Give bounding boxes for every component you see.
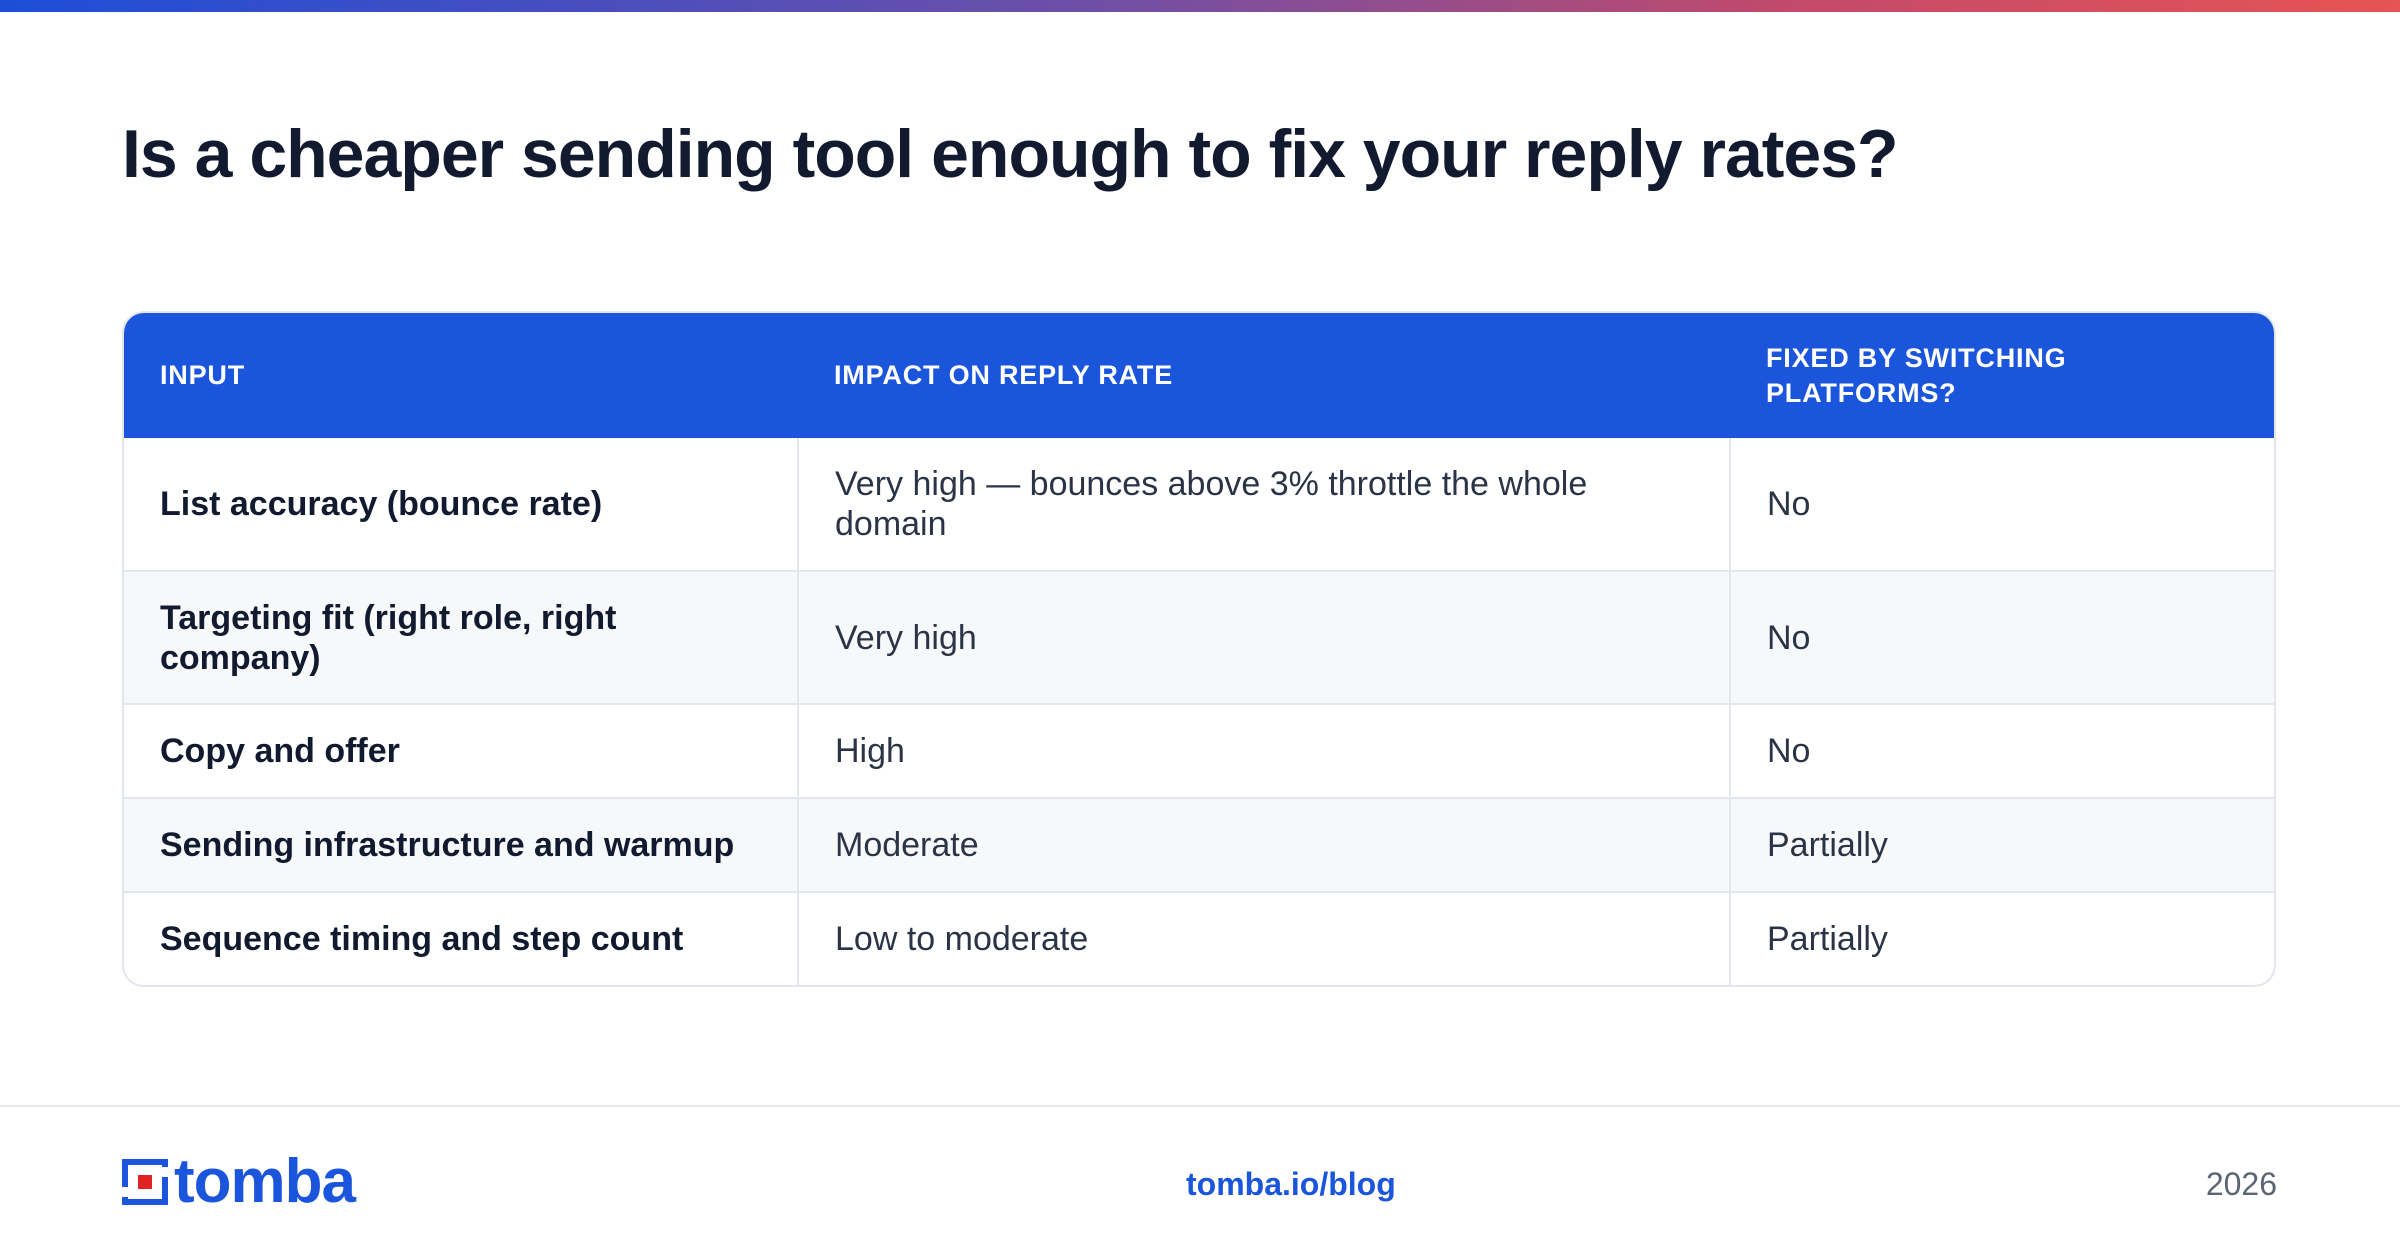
cell-impact: Low to moderate — [797, 892, 1730, 985]
cell-input: Targeting fit (right role, right company… — [160, 598, 617, 677]
cell-input: List accuracy (bounce rate) — [160, 485, 603, 523]
table-header: INPUT IMPACT ON REPLY RATE FIXED BY SWIT… — [124, 313, 2274, 438]
table-row: Copy and offer High No — [124, 704, 2274, 798]
logo-text: tomba — [174, 1147, 356, 1216]
tomba-logo[interactable]: tomba — [122, 1147, 356, 1216]
cell-input: Sequence timing and step count — [160, 920, 684, 958]
cell-impact: Very high — [797, 571, 1730, 704]
header-impact: IMPACT ON REPLY RATE — [834, 360, 1174, 390]
cell-input: Sending infrastructure and warmup — [160, 826, 735, 864]
cell-input: Copy and offer — [160, 732, 400, 770]
blog-graphic: Is a cheaper sending tool enough to fix … — [0, 0, 2400, 1260]
gradient-top-bar — [0, 0, 2400, 12]
page-title: Is a cheaper sending tool enough to fix … — [122, 116, 1899, 192]
footer-year: 2026 — [2205, 1166, 2277, 1202]
cell-fixed: Partially — [1729, 892, 2274, 985]
cell-fixed: Partially — [1729, 798, 2274, 892]
table-row: Sequence timing and step count Low to mo… — [124, 892, 2274, 985]
blog-link[interactable]: tomba.io/blog — [1186, 1164, 1396, 1204]
cell-fixed: No — [1729, 571, 2274, 704]
cell-impact: Moderate — [797, 798, 1730, 892]
cell-impact: High — [797, 704, 1730, 798]
header-row: INPUT IMPACT ON REPLY RATE FIXED BY SWIT… — [124, 313, 2274, 438]
header-input: INPUT — [160, 360, 245, 390]
table-row: Sending infrastructure and warmup Modera… — [124, 798, 2274, 892]
comparison-table: INPUT IMPACT ON REPLY RATE FIXED BY SWIT… — [122, 311, 2276, 987]
cell-fixed: No — [1729, 438, 2274, 571]
cell-fixed: No — [1729, 704, 2274, 798]
table-row: Targeting fit (right role, right company… — [124, 571, 2274, 704]
cell-impact: Very high — bounces above 3% throttle th… — [797, 438, 1730, 571]
header-fixed-by-switching: FIXED BY SWITCHING PLATFORMS? — [1766, 342, 2067, 408]
table-row: List accuracy (bounce rate) Very high — … — [124, 438, 2274, 571]
footer-divider — [0, 1105, 2400, 1107]
tomba-logo-icon — [122, 1159, 168, 1205]
